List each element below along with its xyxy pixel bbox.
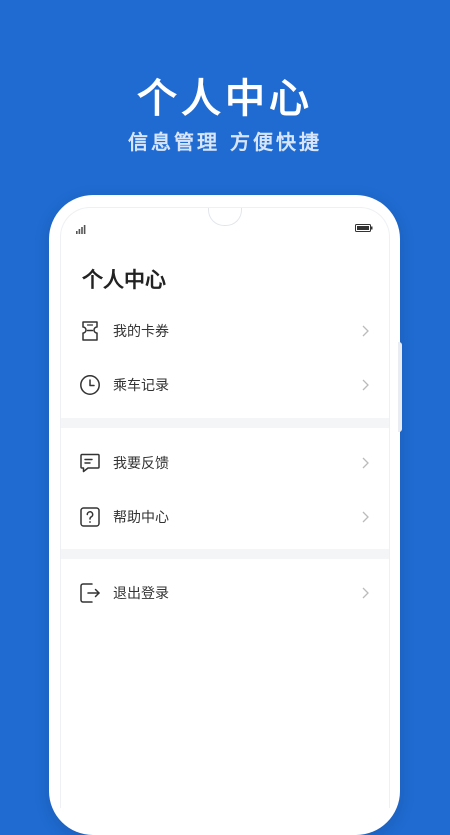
- help-icon: [80, 507, 100, 527]
- clock-icon: [80, 375, 100, 395]
- menu-item-ride-records[interactable]: 乘车记录: [61, 358, 389, 412]
- phone-side-button: [398, 342, 402, 432]
- menu-label: 我的卡券: [113, 324, 169, 340]
- menu-item-feedback[interactable]: 我要反馈: [61, 436, 389, 490]
- menu-item-my-coupons[interactable]: 我的卡券: [61, 304, 389, 358]
- chevron-right-icon: [362, 587, 369, 599]
- camera-notch: [208, 208, 242, 226]
- menu-label: 退出登录: [113, 586, 169, 602]
- signal-icon: [76, 225, 86, 234]
- menu-label: 乘车记录: [113, 378, 169, 394]
- logout-icon: [80, 583, 100, 603]
- section-divider: [61, 418, 389, 428]
- menu-label: 帮助中心: [113, 510, 169, 526]
- menu-item-logout[interactable]: 退出登录: [61, 566, 389, 620]
- hero-title: 个人中心: [137, 76, 313, 122]
- battery-icon: [355, 224, 373, 232]
- menu-label: 我要反馈: [113, 456, 169, 472]
- page-title: 个人中心: [82, 268, 166, 292]
- chevron-right-icon: [362, 325, 369, 337]
- menu-item-help-center[interactable]: 帮助中心: [61, 490, 389, 544]
- chevron-right-icon: [362, 457, 369, 469]
- feedback-icon: [80, 453, 100, 473]
- ticket-icon: [82, 321, 98, 341]
- section-divider: [61, 549, 389, 559]
- chevron-right-icon: [362, 379, 369, 391]
- hero-subtitle: 信息管理 方便快捷: [128, 130, 322, 154]
- phone-screen: 个人中心 我的卡券 乘车记录 我要反馈 帮助中心 退出登录: [60, 207, 390, 808]
- chevron-right-icon: [362, 511, 369, 523]
